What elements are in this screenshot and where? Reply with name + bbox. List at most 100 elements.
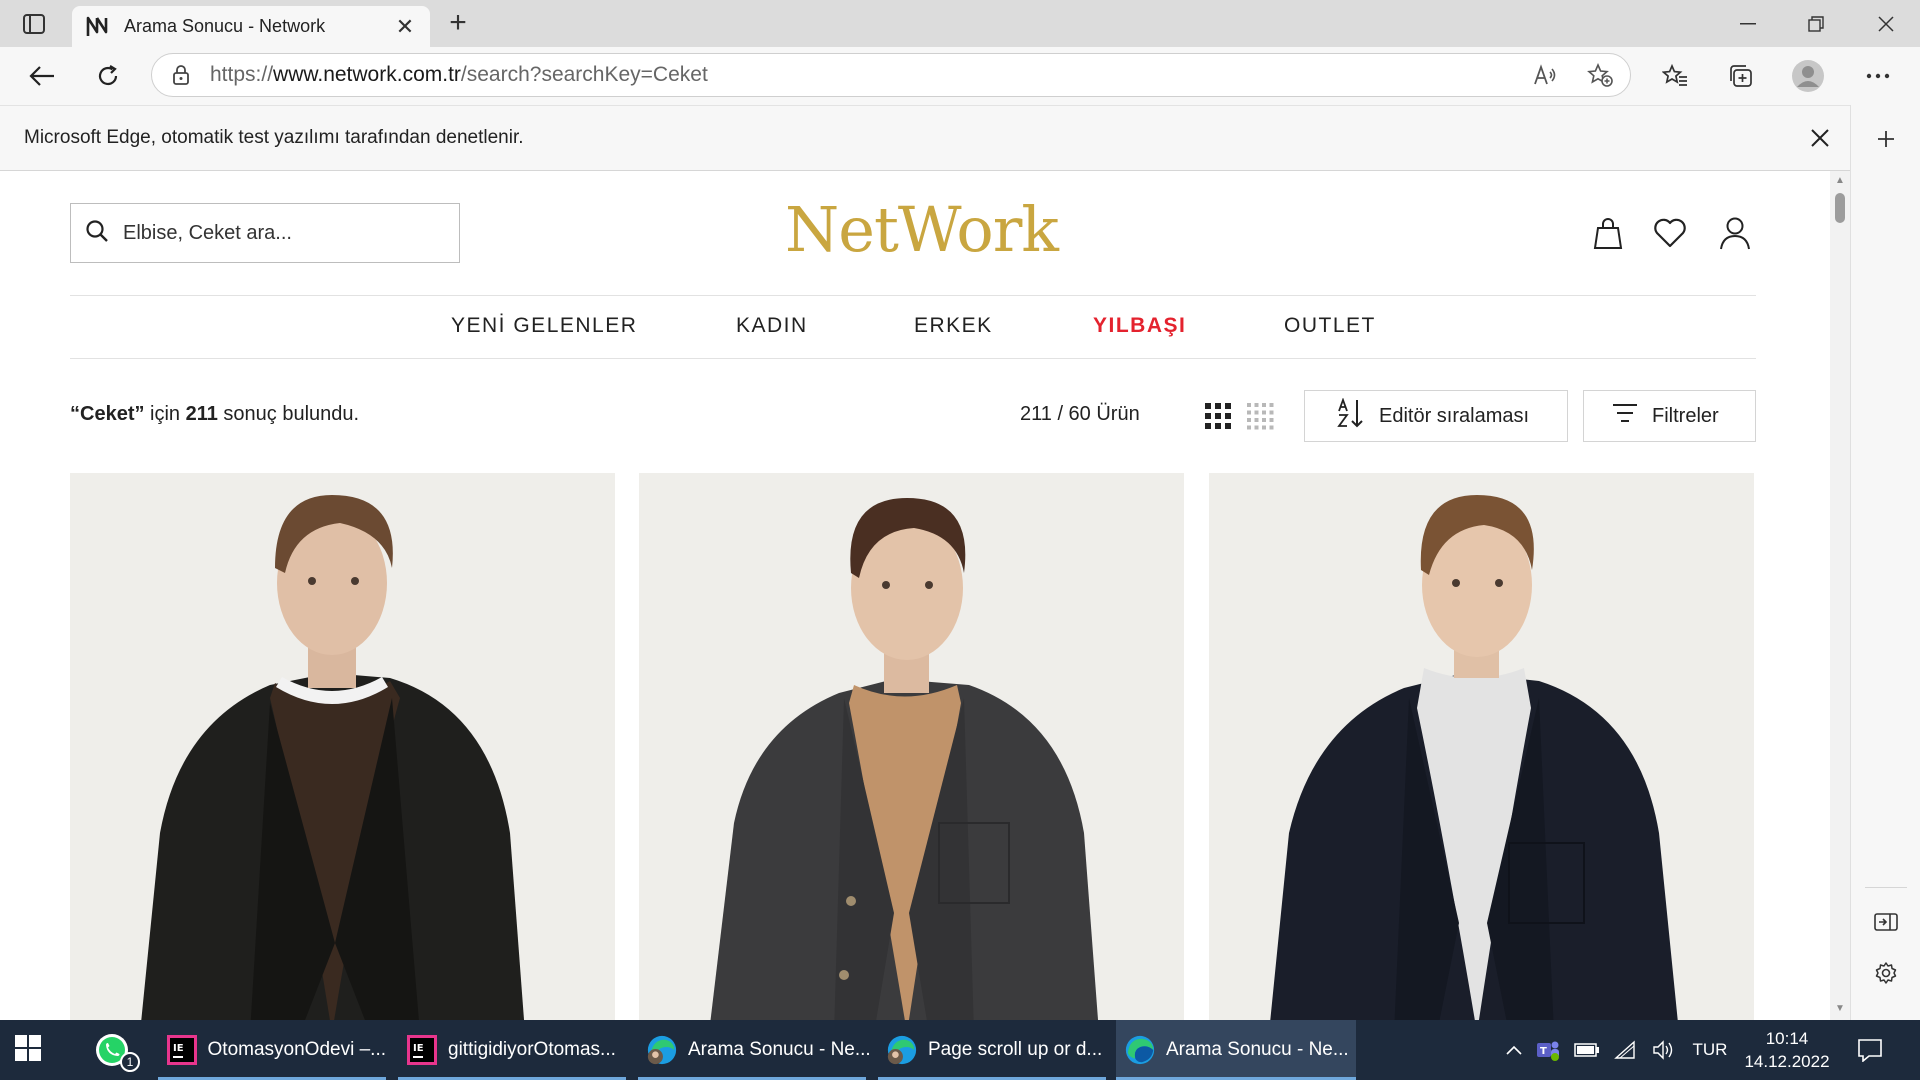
shopping-bag-icon[interactable] [1588, 213, 1628, 253]
edge-profile-icon [646, 1034, 678, 1066]
search-result-summary: “Ceket” için 211 sonuç bulundu. [70, 403, 359, 426]
result-quote-open: “ [70, 403, 80, 425]
grid-4-columns-icon[interactable] [1244, 400, 1276, 432]
intellij-icon: IE [406, 1034, 438, 1066]
browser-toolbar: https://www.network.com.tr/search?search… [0, 47, 1920, 105]
page-viewport: NetWork YENİ GELENLER KADIN ERKEK YILBAŞ… [0, 171, 1830, 1020]
system-tray: T TUR [1500, 1020, 1738, 1080]
grid-3-columns-icon[interactable] [1202, 400, 1234, 432]
add-favorite-icon[interactable] [1570, 63, 1630, 87]
product-card-2[interactable] [639, 473, 1184, 1020]
windows-start-icon[interactable] [14, 1034, 46, 1066]
product-image-black-blazer [70, 473, 615, 1020]
taskbar-whatsapp[interactable]: 1 [84, 1020, 154, 1080]
sort-label: Editör sıralaması [1379, 404, 1530, 427]
network-logo[interactable]: NetWork [785, 193, 1059, 266]
nav-item-yilbasi[interactable]: YILBAŞI [1093, 314, 1186, 338]
product-image-grey-overshirt [639, 473, 1184, 1020]
result-suffix: sonuç bulundu. [217, 403, 360, 425]
restore-icon[interactable] [1782, 0, 1850, 47]
whatsapp-icon: 1 [92, 1030, 140, 1072]
site-search-box[interactable] [70, 203, 460, 263]
taskbar-app-edge-scroll[interactable]: Page scroll up or d... [878, 1020, 1106, 1080]
address-bar[interactable]: https://www.network.com.tr/search?search… [151, 53, 1631, 97]
sort-button[interactable]: Editör sıralaması [1304, 390, 1568, 442]
nav-item-kadin[interactable]: KADIN [736, 314, 808, 338]
taskbar-app-label: Page scroll up or d... [928, 1039, 1103, 1060]
taskbar-app-label: Arama Sonucu - Ne... [688, 1039, 871, 1060]
taskbar-app-label: gittigidiyorOtomas... [448, 1039, 616, 1060]
edge-sidebar [1850, 105, 1920, 1020]
read-aloud-icon[interactable] [1520, 64, 1570, 86]
scrollbar-thumb[interactable] [1835, 193, 1845, 223]
whatsapp-badge: 1 [120, 1052, 140, 1072]
taskbar-clock[interactable]: 10:14 14.12.2022 [1732, 1027, 1842, 1073]
sidebar-add-icon[interactable] [1866, 119, 1906, 159]
search-icon[interactable] [85, 219, 109, 248]
url-text[interactable]: https://www.network.com.tr/search?search… [210, 63, 1520, 87]
filter-button[interactable]: Filtreler [1583, 390, 1756, 442]
sidebar-settings-gear-icon[interactable] [1866, 953, 1906, 993]
minimize-icon[interactable] [1714, 0, 1782, 47]
nav-item-erkek[interactable]: ERKEK [914, 314, 993, 338]
result-for-word: için [144, 403, 186, 425]
filter-label: Filtreler [1652, 404, 1719, 427]
language-indicator[interactable]: TUR [1682, 1040, 1738, 1060]
nav-item-outlet[interactable]: OUTLET [1284, 314, 1376, 338]
hide-sidebar-icon[interactable] [1866, 902, 1906, 942]
sort-az-icon [1337, 397, 1365, 434]
taskbar-app-otomasyon[interactable]: IE OtomasyonOdevi –... [158, 1020, 386, 1080]
notification-center-icon[interactable] [1852, 1034, 1888, 1066]
account-user-icon[interactable] [1715, 213, 1755, 253]
result-quote-close: ” [134, 403, 145, 425]
tray-overflow-chevron-icon[interactable] [1500, 1045, 1528, 1055]
clock-time: 10:14 [1765, 1029, 1809, 1048]
taskbar-app-label: OtomasyonOdevi –... [207, 1039, 386, 1060]
url-host: www.network.com.tr [273, 63, 461, 86]
wifi-icon[interactable] [1606, 1040, 1644, 1060]
url-scheme: https:// [210, 63, 274, 86]
nav-item-yeni-gelenler[interactable]: YENİ GELENLER [451, 314, 637, 338]
result-query: Ceket [80, 403, 135, 425]
network-favicon-icon [84, 14, 110, 40]
taskbar-app-gittigidiyor[interactable]: IE gittigidiyorOtomas... [398, 1020, 626, 1080]
wishlist-heart-icon[interactable] [1650, 213, 1690, 253]
favorites-icon[interactable] [1655, 57, 1695, 95]
lock-icon[interactable] [152, 64, 210, 86]
scroll-up-arrow-icon[interactable]: ▲ [1834, 175, 1846, 187]
sidebar-divider [1865, 887, 1907, 888]
more-options-icon[interactable] [1858, 57, 1898, 95]
collections-icon[interactable] [1721, 57, 1761, 95]
tab-close-icon[interactable]: ✕ [392, 14, 418, 40]
back-arrow-icon[interactable] [22, 57, 62, 95]
taskbar-app-label: Arama Sonucu - Ne... [1166, 1039, 1349, 1060]
svg-text:IE: IE [173, 1043, 184, 1054]
taskbar-app-edge-search-1[interactable]: Arama Sonucu - Ne... [638, 1020, 871, 1080]
svg-text:IE: IE [413, 1043, 424, 1054]
product-card-1[interactable] [70, 473, 615, 1020]
page-scrollbar[interactable]: ▲ ▼ [1830, 171, 1850, 1020]
product-image-navy-overshirt [1209, 473, 1754, 1020]
volume-icon[interactable] [1644, 1040, 1682, 1060]
windows-taskbar: 1 IE OtomasyonOdevi –... IE gittigidiyor… [0, 1020, 1920, 1080]
browser-tab-active[interactable]: Arama Sonucu - Network ✕ [72, 6, 430, 47]
window-close-icon[interactable] [1852, 0, 1920, 47]
infobar-message: Microsoft Edge, otomatik test yazılımı t… [24, 127, 524, 148]
new-tab-button[interactable]: + [440, 6, 476, 42]
search-input[interactable] [123, 221, 423, 245]
automation-infobar: Microsoft Edge, otomatik test yazılımı t… [0, 105, 1850, 171]
result-count: 211 [185, 403, 218, 425]
scroll-down-arrow-icon[interactable]: ▼ [1834, 1003, 1846, 1015]
tab-actions-icon[interactable] [14, 10, 54, 38]
refresh-icon[interactable] [88, 57, 128, 95]
battery-icon[interactable] [1568, 1043, 1606, 1057]
teams-icon[interactable]: T [1528, 1038, 1568, 1062]
product-card-3[interactable] [1209, 473, 1754, 1020]
profile-avatar-icon[interactable] [1788, 57, 1828, 95]
taskbar-app-edge-search-2[interactable]: Arama Sonucu - Ne... [1116, 1020, 1356, 1080]
main-navigation: YENİ GELENLER KADIN ERKEK YILBAŞI OUTLET [70, 295, 1756, 359]
infobar-close-icon[interactable] [1790, 128, 1850, 148]
clock-date: 14.12.2022 [1744, 1052, 1830, 1071]
edge-icon [1124, 1034, 1156, 1066]
filter-lines-icon [1612, 402, 1638, 430]
